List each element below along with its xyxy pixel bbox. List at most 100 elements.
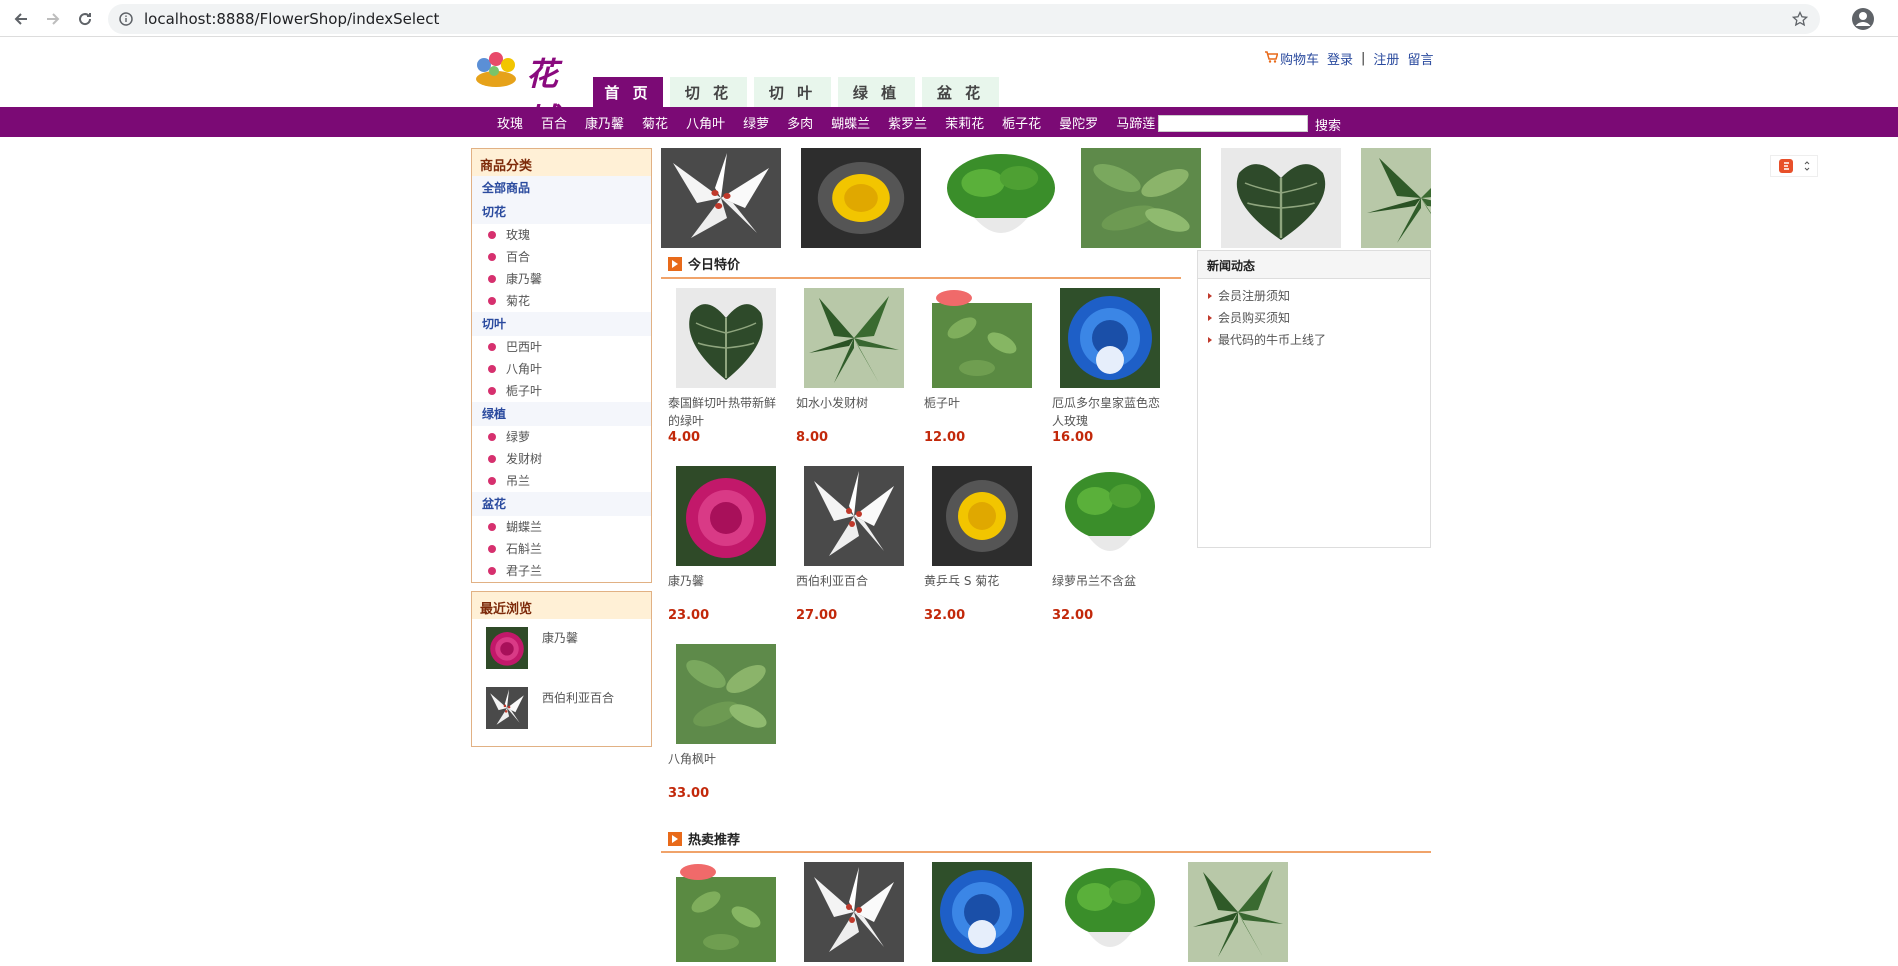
product-name[interactable]: 绿萝吊兰不含盆 [1052, 572, 1170, 608]
product-card[interactable]: 泰国鲜切叶热带新鲜的绿叶 4.00 [668, 287, 786, 445]
product-card[interactable]: 黄乒乓 S 菊花 32.00 [924, 466, 1042, 623]
sidebar-item[interactable]: 吊兰 [472, 470, 651, 492]
sidebar-group[interactable]: 绿植 [472, 402, 651, 426]
login-link[interactable]: 登录 [1327, 49, 1353, 68]
banner-image[interactable] [661, 148, 781, 248]
cart-link[interactable]: 购物车 [1280, 49, 1319, 68]
catbar-item[interactable]: 绿萝 [734, 113, 778, 132]
tab-potted-flowers[interactable]: 盆 花 [922, 77, 999, 107]
site-logo[interactable]: 花城 [470, 45, 590, 139]
product-name[interactable]: 西伯利亚百合 [796, 572, 914, 608]
product-name[interactable]: 如水小发财树 [796, 394, 914, 430]
catbar-item[interactable]: 马蹄莲 [1107, 113, 1164, 132]
product-name[interactable]: 黄乒乓 S 菊花 [924, 572, 1042, 608]
banner-image[interactable] [941, 148, 1061, 248]
product-card[interactable]: 绿萝吊兰不含盆 32.00 [1052, 466, 1170, 623]
product-image[interactable] [804, 862, 904, 962]
news-item[interactable]: 会员购买须知 [1198, 307, 1430, 329]
search-button[interactable]: 搜索 [1315, 115, 1341, 134]
sidebar-item[interactable]: 栀子叶 [472, 380, 651, 402]
sidebar-group[interactable]: 切花 [472, 200, 651, 224]
product-name[interactable]: 栀子叶 [924, 394, 1042, 430]
product-image[interactable] [1060, 862, 1160, 962]
catbar-item[interactable]: 曼陀罗 [1050, 113, 1107, 132]
product-name[interactable]: 康乃馨 [668, 572, 786, 608]
product-name[interactable]: 厄瓜多尔皇家蓝色恋人玫瑰 [1052, 394, 1170, 430]
product-image[interactable] [675, 287, 777, 389]
catbar-item[interactable]: 茉莉花 [936, 113, 993, 132]
catbar-item[interactable]: 菊花 [633, 113, 677, 132]
product-card[interactable] [668, 862, 786, 966]
sidebar-item[interactable]: 君子兰 [472, 560, 651, 582]
tab-cut-flowers[interactable]: 切 花 [670, 77, 747, 107]
recent-item[interactable]: 康乃馨 [472, 619, 651, 679]
product-image[interactable] [932, 288, 1032, 388]
sidebar-group[interactable]: 盆花 [472, 492, 651, 516]
product-image[interactable] [804, 466, 904, 566]
sidebar-item[interactable]: 发财树 [472, 448, 651, 470]
banner-image[interactable] [1081, 148, 1201, 248]
sidebar-all-products[interactable]: 全部商品 [472, 176, 651, 200]
product-image[interactable] [932, 862, 1032, 962]
ime-toolbar[interactable] [1770, 155, 1818, 177]
product-card[interactable] [1052, 862, 1170, 966]
banner-image[interactable] [1221, 148, 1341, 248]
product-card[interactable]: 康乃馨 23.00 [668, 466, 786, 623]
sidebar-item[interactable]: 八角叶 [472, 358, 651, 380]
sidebar-item[interactable]: 玫瑰 [472, 224, 651, 246]
product-card[interactable]: 栀子叶 12.00 [924, 288, 1042, 445]
product-image[interactable] [1060, 466, 1160, 566]
news-item[interactable]: 最代码的牛币上线了 [1198, 329, 1430, 351]
recent-item[interactable]: 西伯利亚百合 [472, 679, 651, 739]
catbar-item[interactable]: 栀子花 [993, 113, 1050, 132]
cart-icon[interactable] [1264, 50, 1279, 67]
sidebar-item[interactable]: 康乃馨 [472, 268, 651, 290]
register-link[interactable]: 注册 [1373, 49, 1399, 68]
product-card[interactable] [924, 862, 1042, 966]
catbar-item[interactable]: 百合 [532, 113, 576, 132]
lily-thumbnail[interactable] [486, 687, 528, 729]
product-image[interactable] [676, 644, 776, 744]
message-link[interactable]: 留言 [1407, 49, 1433, 68]
news-item[interactable]: 会员注册须知 [1198, 285, 1430, 307]
catbar-item[interactable]: 康乃馨 [576, 113, 633, 132]
tab-cut-leaves[interactable]: 切 叶 [754, 77, 831, 107]
product-image[interactable] [932, 466, 1032, 566]
product-name[interactable]: 八角枫叶 [668, 750, 786, 786]
catbar-item[interactable]: 蝴蝶兰 [822, 113, 879, 132]
catbar-item[interactable]: 多肉 [778, 113, 822, 132]
recent-item-label[interactable]: 西伯利亚百合 [542, 689, 614, 706]
tab-green-plants[interactable]: 绿 植 [838, 77, 915, 107]
search-input[interactable] [1158, 115, 1308, 132]
sidebar-group[interactable]: 切叶 [472, 312, 651, 336]
address-bar[interactable]: localhost:8888/FlowerShop/indexSelect [108, 4, 1820, 34]
product-image[interactable] [676, 466, 776, 566]
sidebar-item[interactable]: 百合 [472, 246, 651, 268]
sidebar-item[interactable]: 绿萝 [472, 426, 651, 448]
catbar-item[interactable]: 八角叶 [677, 113, 734, 132]
product-card[interactable] [1180, 862, 1298, 966]
sidebar-item[interactable]: 石斛兰 [472, 538, 651, 560]
product-card[interactable]: 厄瓜多尔皇家蓝色恋人玫瑰 16.00 [1052, 288, 1170, 445]
account-icon[interactable] [1851, 7, 1875, 31]
sidebar-item[interactable]: 蝴蝶兰 [472, 516, 651, 538]
sidebar-item[interactable]: 菊花 [472, 290, 651, 312]
carnation-thumbnail[interactable] [486, 627, 528, 669]
tab-home[interactable]: 首 页 [593, 77, 663, 107]
product-image[interactable] [804, 288, 904, 388]
banner-image[interactable] [801, 148, 921, 248]
banner-image[interactable] [1361, 148, 1431, 248]
product-name[interactable]: 泰国鲜切叶热带新鲜的绿叶 [668, 394, 786, 430]
reload-icon[interactable] [74, 8, 96, 30]
back-arrow-icon[interactable] [10, 8, 32, 30]
product-card[interactable]: 西伯利亚百合 27.00 [796, 466, 914, 623]
bookmark-star-icon[interactable] [1791, 10, 1809, 31]
product-image[interactable] [1060, 288, 1160, 388]
product-card[interactable] [796, 862, 914, 966]
info-icon[interactable] [118, 11, 134, 27]
product-image[interactable] [676, 862, 776, 962]
sidebar-item[interactable]: 巴西叶 [472, 336, 651, 358]
product-card[interactable]: 如水小发财树 8.00 [796, 288, 914, 445]
catbar-item[interactable]: 玫瑰 [488, 113, 532, 132]
recent-item-label[interactable]: 康乃馨 [542, 629, 578, 646]
